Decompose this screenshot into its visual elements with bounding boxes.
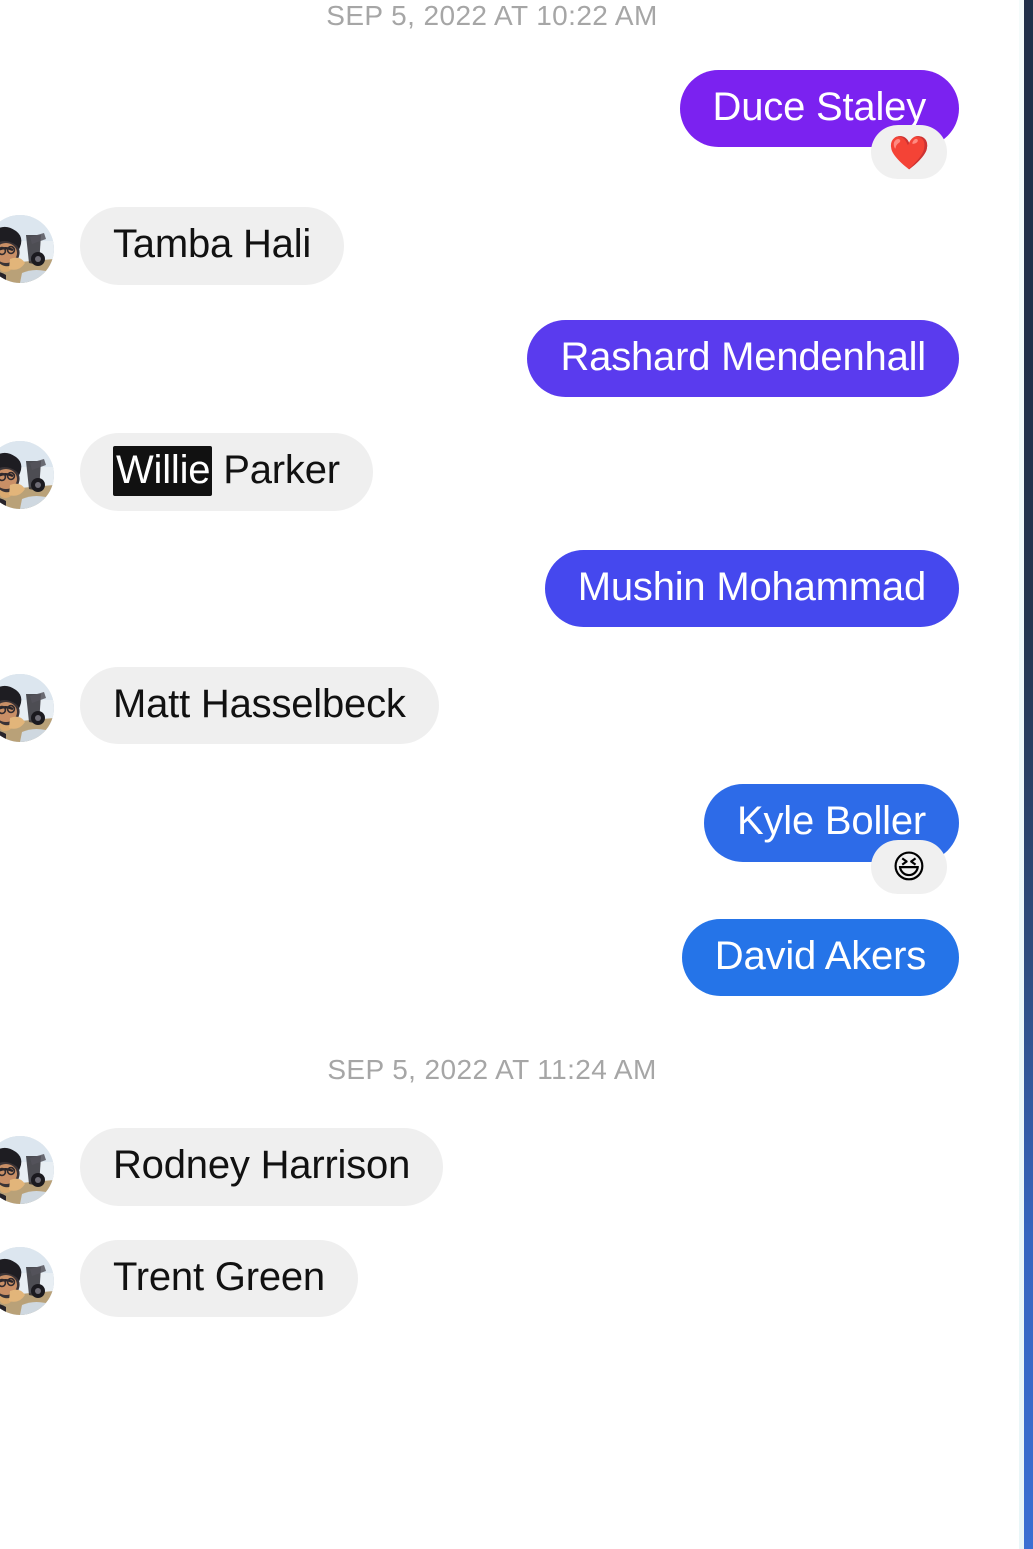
message-row-incoming[interactable]: Trent Green: [0, 1239, 1024, 1317]
avatar[interactable]: [0, 214, 54, 283]
message-row-outgoing[interactable]: Mushin Mohammad: [0, 549, 1024, 627]
selected-text-highlight[interactable]: Willie: [113, 446, 213, 497]
avatar[interactable]: [0, 1246, 54, 1315]
message-list[interactable]: SEP 5, 2022 AT 10:22 AM Duce Staley ❤️ T…: [0, 0, 1024, 1317]
message-thread-screen: SEP 5, 2022 AT 10:22 AM Duce Staley ❤️ T…: [0, 0, 1033, 1549]
bubble-with-reaction[interactable]: Kyle Boller 😆: [704, 784, 959, 894]
avatar[interactable]: [0, 1135, 54, 1204]
message-bubble-incoming[interactable]: Tamba Hali: [80, 207, 345, 285]
message-text-remainder: Parker: [212, 448, 340, 493]
message-bubble-outgoing[interactable]: Mushin Mohammad: [544, 549, 959, 627]
message-bubble-incoming[interactable]: Willie Parker: [80, 433, 373, 511]
message-bubble-incoming[interactable]: Rodney Harrison: [80, 1128, 444, 1206]
message-bubble-outgoing[interactable]: David Akers: [681, 918, 959, 997]
message-row-outgoing[interactable]: Duce Staley ❤️: [0, 70, 1024, 180]
heart-reaction[interactable]: ❤️: [871, 125, 947, 180]
message-row-incoming[interactable]: Matt Hasselbeck: [0, 666, 1024, 745]
message-row-outgoing[interactable]: Kyle Boller 😆: [0, 784, 1024, 894]
avatar[interactable]: [0, 440, 54, 509]
message-bubble-outgoing[interactable]: Rashard Mendenhall: [527, 319, 959, 398]
message-row-outgoing[interactable]: Rashard Mendenhall: [0, 319, 1024, 398]
message-row-incoming[interactable]: Tamba Hali: [0, 207, 1024, 285]
avatar[interactable]: [0, 674, 54, 743]
message-bubble-incoming[interactable]: Trent Green: [80, 1239, 358, 1317]
message-row-incoming[interactable]: Willie Parker: [0, 433, 1024, 511]
message-row-incoming[interactable]: Rodney Harrison: [0, 1128, 1024, 1206]
laughing-reaction[interactable]: 😆: [871, 839, 947, 894]
message-bubble-incoming[interactable]: Matt Hasselbeck: [80, 666, 439, 745]
right-edge-strip: [1024, 0, 1033, 1549]
message-row-outgoing[interactable]: David Akers: [0, 918, 1024, 997]
date-separator-first: SEP 5, 2022 AT 10:22 AM: [326, 0, 658, 31]
date-separator-second: SEP 5, 2022 AT 11:24 AM: [327, 1054, 657, 1086]
bubble-with-reaction[interactable]: Duce Staley ❤️: [679, 70, 959, 180]
